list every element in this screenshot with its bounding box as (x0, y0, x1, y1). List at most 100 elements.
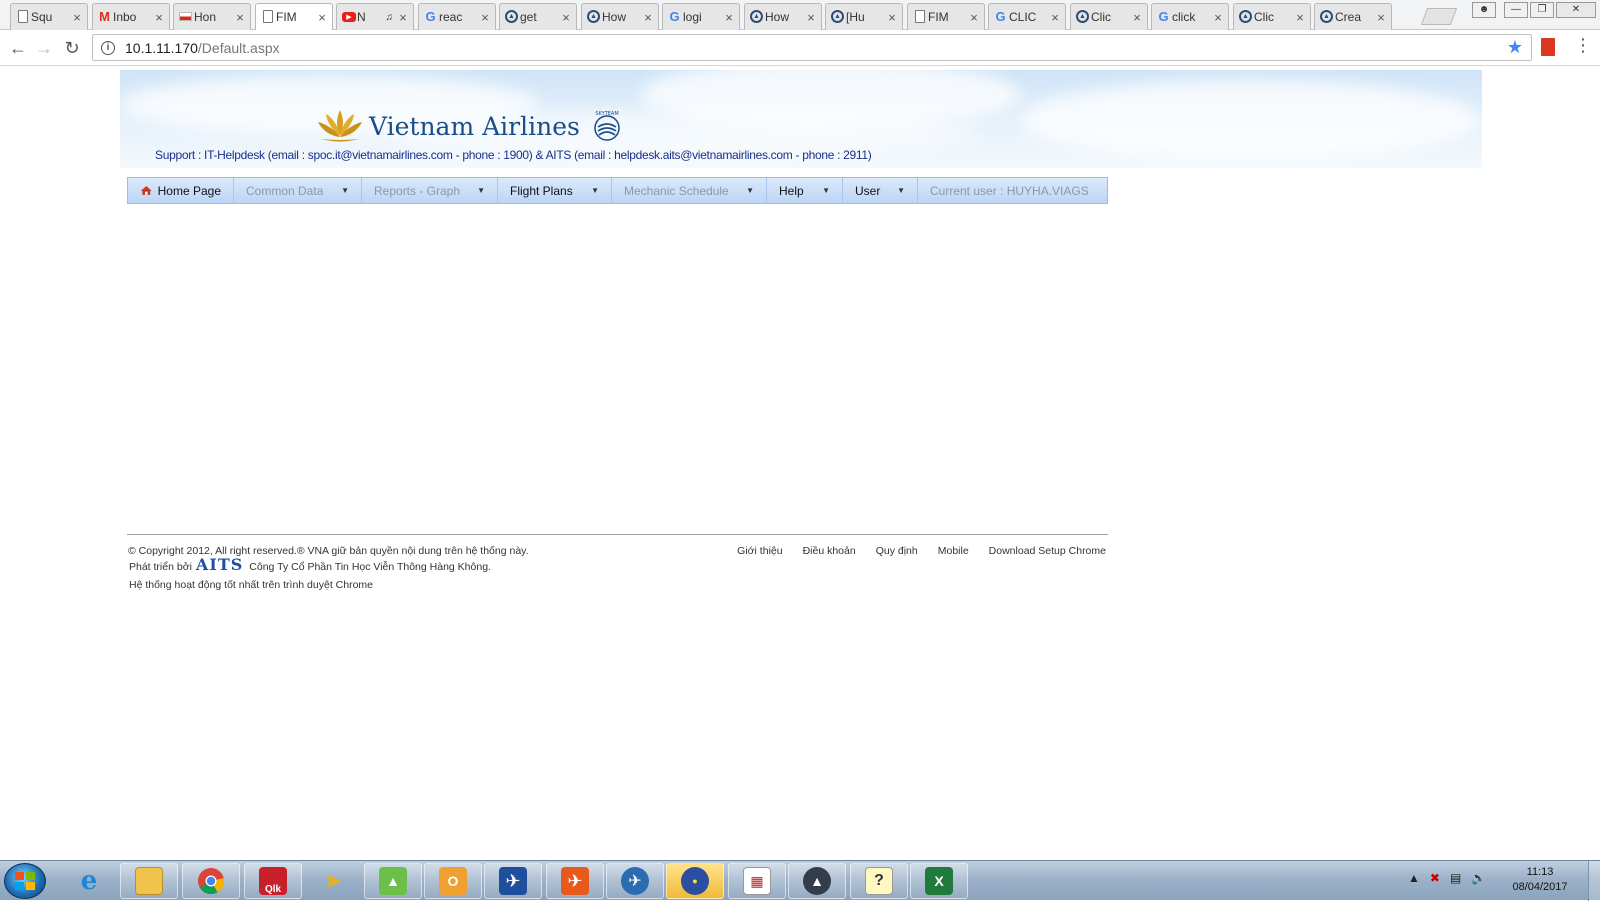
browser-tab[interactable]: Glogi × (662, 3, 740, 30)
footer-link-gioi-thieu[interactable]: Giới thiệu (737, 545, 782, 557)
tab-audio-icon[interactable]: ♫ (386, 12, 394, 23)
browser-tab[interactable]: FIM × (907, 3, 985, 30)
browser-tab[interactable]: Greac × (418, 3, 496, 30)
taskbar-excel[interactable]: X (910, 863, 968, 899)
footer-link-dieu-khoan[interactable]: Điều khoản (803, 545, 856, 557)
browser-tab[interactable]: ▶ N ♫ × (336, 3, 414, 30)
close-window-button[interactable]: ✕ (1556, 2, 1596, 18)
url-host: 10.1.11.170 (125, 39, 198, 56)
taskbar-flight-app[interactable]: ● (666, 863, 724, 899)
vietnam-airlines-logo[interactable]: Vietnam Airlines SKYTEAM (315, 108, 624, 144)
google-favicon-icon: G (995, 9, 1006, 24)
browser-tab[interactable]: Hon × (173, 3, 251, 30)
browser-tab[interactable]: G CLIC × (988, 3, 1066, 30)
browser-tab[interactable]: ▲ Clic × (1070, 3, 1148, 30)
back-button[interactable]: ← (6, 36, 30, 60)
footer-link-quy-dinh[interactable]: Quy định (876, 545, 918, 557)
tab-close-icon[interactable]: × (397, 10, 409, 25)
menu-label: Flight Plans (510, 183, 573, 198)
taskbar-outlook[interactable]: O (424, 863, 482, 899)
address-bar[interactable]: i 10.1.11.170/Default.aspx ★ (92, 34, 1532, 61)
tab-close-icon[interactable]: × (1375, 10, 1387, 25)
tab-close-icon[interactable]: × (642, 10, 654, 25)
browser-tab[interactable]: ▲ How × (744, 3, 822, 30)
footer-link-download-chrome[interactable]: Download Setup Chrome (989, 545, 1106, 557)
tab-close-icon[interactable]: × (71, 10, 83, 25)
tab-close-icon[interactable]: × (968, 10, 980, 25)
tab-title: click (1172, 10, 1196, 24)
tab-close-icon[interactable]: × (153, 10, 165, 25)
browser-tab[interactable]: ▲ How × (581, 3, 659, 30)
tab-close-icon[interactable]: × (479, 10, 491, 25)
browser-tab[interactable]: Gclick × (1151, 3, 1229, 30)
tab-close-icon[interactable]: × (560, 10, 572, 25)
footer-link-mobile[interactable]: Mobile (938, 545, 969, 557)
orange-airplane-icon: ✈ (561, 867, 589, 895)
tab-close-icon[interactable]: × (886, 10, 898, 25)
tab-title: [Hu (846, 10, 865, 24)
taskbar-aircraft-app[interactable]: ▲ (788, 863, 846, 899)
tab-title: Crea (1335, 10, 1362, 24)
profile-icon[interactable]: ☻ (1472, 2, 1496, 18)
taskbar-airplane-app[interactable]: ✈ (484, 863, 542, 899)
restore-button[interactable]: ❐ (1530, 2, 1554, 18)
tab-title: Clic (1091, 10, 1111, 24)
menu-user[interactable]: User ▼ (843, 178, 918, 203)
taskbar-chrome[interactable] (182, 863, 240, 899)
tab-close-icon[interactable]: × (234, 10, 246, 25)
extension-icon[interactable] (1541, 38, 1555, 56)
tab-close-icon[interactable]: × (723, 10, 735, 25)
site-info-icon[interactable]: i (101, 40, 115, 55)
menu-help[interactable]: Help ▼ (767, 178, 843, 203)
browser-tab[interactable]: ▲ get × (499, 3, 577, 30)
taskbar-paper-plane[interactable]: ➤ (304, 863, 362, 899)
windows-logo-icon (15, 872, 35, 890)
menu-reports-graph[interactable]: Reports - Graph ▼ (362, 178, 498, 203)
browser-tab[interactable]: ▲ [Hu × (825, 3, 903, 30)
menu-common-data[interactable]: Common Data ▼ (234, 178, 362, 203)
tab-title: How (602, 10, 627, 24)
taskbar-orange-app[interactable]: ✈ (546, 863, 604, 899)
browser-tab[interactable]: M Inbo × (92, 3, 170, 30)
menu-mechanic-schedule[interactable]: Mechanic Schedule ▼ (612, 178, 767, 203)
taskbar-file-explorer[interactable] (120, 863, 178, 899)
browser-tab[interactable]: ▲ Crea × (1314, 3, 1392, 30)
browser-menu-icon[interactable]: ⋮ (1574, 35, 1592, 56)
browser-tab[interactable]: Squ × (10, 3, 88, 30)
minimize-button[interactable]: — (1504, 2, 1528, 18)
new-tab-button[interactable] (1420, 8, 1458, 25)
taskbar-chart-app[interactable]: ▦ (728, 863, 786, 899)
tab-close-icon[interactable]: × (1294, 10, 1306, 25)
menu-flight-plans[interactable]: Flight Plans ▼ (498, 178, 612, 203)
skyteam-text: SKYTEAM (595, 111, 618, 117)
start-button[interactable] (4, 863, 46, 899)
volume-icon[interactable]: 🔊 (1471, 871, 1486, 885)
menu-home-page[interactable]: Home Page (128, 178, 234, 203)
bookmark-star-icon[interactable]: ★ (1507, 37, 1523, 58)
tab-title: FIM (276, 10, 297, 24)
browser-tab[interactable]: ▲ Clic × (1233, 3, 1311, 30)
reload-button[interactable]: ↻ (60, 36, 84, 60)
tab-close-icon[interactable]: × (1049, 10, 1061, 25)
show-hidden-icons-icon[interactable]: ▲ (1408, 871, 1420, 885)
taskbar-help-file[interactable]: ? (850, 863, 908, 899)
tab-close-icon[interactable]: × (1212, 10, 1224, 25)
paper-plane-icon: ➤ (323, 868, 343, 893)
taskbar-green-app[interactable]: ▲ (364, 863, 422, 899)
show-desktop-button[interactable] (1588, 861, 1600, 901)
google-favicon-icon: G (1158, 9, 1169, 24)
tab-close-icon[interactable]: × (1131, 10, 1143, 25)
network-error-icon[interactable]: ✖ (1430, 871, 1440, 885)
circle-favicon-icon: ▲ (505, 10, 518, 23)
taskbar-clock[interactable]: 11:13 08/04/2017 (1500, 865, 1580, 895)
chevron-down-icon: ▼ (897, 186, 905, 195)
taskbar-qlk[interactable]: Qlk (244, 863, 302, 899)
network-icon[interactable]: ▤ (1450, 871, 1461, 885)
taskbar-internet-explorer[interactable]: e (60, 863, 118, 899)
tab-close-icon[interactable]: × (805, 10, 817, 25)
tab-title: Clic (1254, 10, 1274, 24)
taskbar-navigator[interactable]: ✈ (606, 863, 664, 899)
forward-button[interactable]: → (32, 36, 56, 60)
browser-tab[interactable]: FIM × (255, 3, 333, 30)
tab-close-icon[interactable]: × (316, 10, 328, 25)
